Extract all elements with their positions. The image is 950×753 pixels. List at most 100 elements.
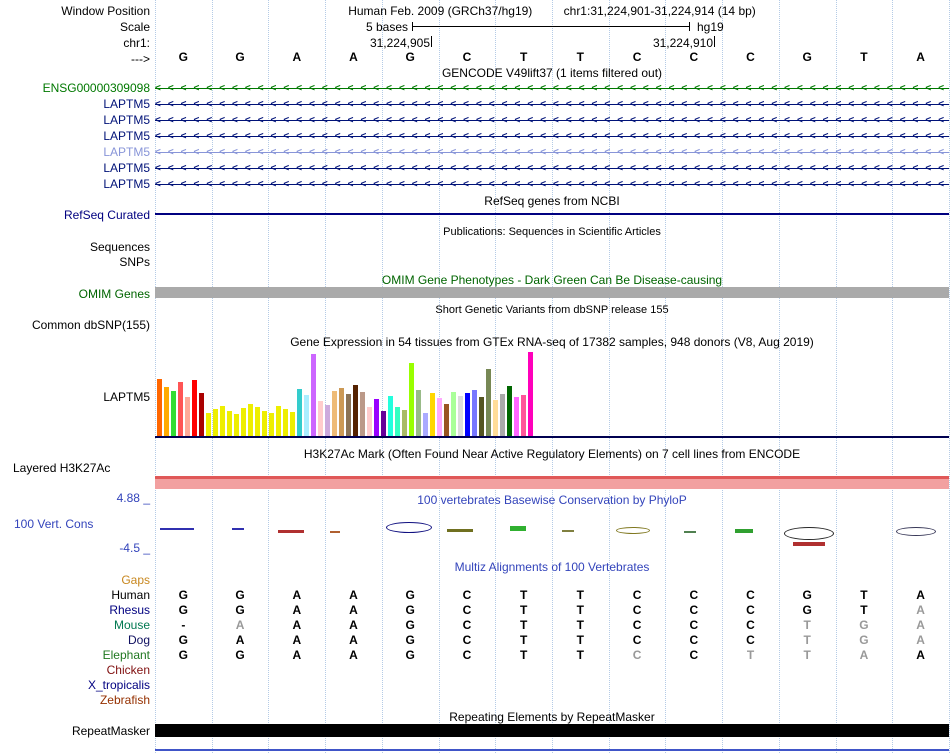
sequences-track-label[interactable]: Sequences <box>0 240 150 254</box>
multiz-species-label[interactable]: Mouse <box>0 618 150 632</box>
multiz-species-label[interactable]: Gaps <box>0 573 150 587</box>
conservation-max-label: 4.88 _ <box>0 491 150 505</box>
gencode-transcript-label[interactable]: LAPTM5 <box>0 177 150 191</box>
gtex-tissue-bar <box>465 393 470 437</box>
gtex-tissue-bar <box>171 391 176 437</box>
alignment-base: C <box>689 648 698 662</box>
coordinate-tick-left <box>431 36 432 47</box>
gtex-tissue-bar <box>304 395 309 437</box>
dbsnp-track-title[interactable]: Short Genetic Variants from dbSNP releas… <box>155 304 949 316</box>
conservation-mark <box>510 526 526 531</box>
alignment-base: C <box>746 588 755 602</box>
alignment-base: A <box>292 588 301 602</box>
multiz-species-label[interactable]: Chicken <box>0 663 150 677</box>
base-gridline <box>779 0 780 753</box>
gtex-tissue-bar <box>262 411 267 437</box>
gtex-tissue-bar <box>164 387 169 437</box>
sequence-base: G <box>803 50 812 64</box>
gtex-tissue-bar <box>514 397 519 437</box>
gtex-tissue-bar <box>248 404 253 437</box>
gtex-tissue-bar <box>458 396 463 437</box>
multiz-species-label[interactable]: Zebrafish <box>0 693 150 707</box>
gencode-transcript-label[interactable]: LAPTM5 <box>0 129 150 143</box>
gtex-tissue-bar <box>297 389 302 437</box>
alignment-base: A <box>349 603 358 617</box>
gencode-track-title[interactable]: GENCODE V49lift37 (1 items filtered out) <box>155 66 949 80</box>
gencode-transcript[interactable]: <<<<<<<<<<<<<<<<<<<<<<<<<<<<<<<<<<<<<<<<… <box>155 115 949 126</box>
gencode-transcript-label[interactable]: LAPTM5 <box>0 145 150 159</box>
gencode-transcript[interactable]: <<<<<<<<<<<<<<<<<<<<<<<<<<<<<<<<<<<<<<<<… <box>155 99 949 110</box>
alignment-base: A <box>916 603 925 617</box>
alignment-base: A <box>916 588 925 602</box>
gtex-baseline <box>155 436 949 438</box>
gtex-tissue-bar <box>311 354 316 437</box>
base-gridline <box>155 0 156 753</box>
gtex-track-title[interactable]: Gene Expression in 54 tissues from GTEx … <box>155 335 949 349</box>
multiz-species-label[interactable]: Dog <box>0 633 150 647</box>
gencode-transcript[interactable]: <<<<<<<<<<<<<<<<<<<<<<<<<<<<<<<<<<<<<<<<… <box>155 163 949 174</box>
sequence-base: G <box>235 50 244 64</box>
gencode-transcript[interactable]: <<<<<<<<<<<<<<<<<<<<<<<<<<<<<<<<<<<<<<<<… <box>155 179 949 190</box>
alignment-base: C <box>633 618 642 632</box>
alignment-base: G <box>406 648 415 662</box>
repeatmasker-track-label[interactable]: RepeatMasker <box>0 724 150 738</box>
strand-arrow-label: ---> <box>0 52 150 66</box>
conservation-track-title[interactable]: 100 vertebrates Basewise Conservation by… <box>155 493 949 507</box>
gtex-tissue-bar <box>486 369 491 437</box>
multiz-species-label[interactable]: Rhesus <box>0 603 150 617</box>
gtex-tissue-bar <box>416 390 421 437</box>
gencode-transcript-label[interactable]: ENSG00000309098 <box>0 81 150 95</box>
h3k27ac-signal-bar[interactable] <box>155 476 949 489</box>
sequence-base: T <box>577 50 584 64</box>
gencode-transcript[interactable]: <<<<<<<<<<<<<<<<<<<<<<<<<<<<<<<<<<<<<<<<… <box>155 83 949 94</box>
omim-genes-label[interactable]: OMIM Genes <box>0 287 150 301</box>
gencode-transcript-label[interactable]: LAPTM5 <box>0 161 150 175</box>
gencode-transcript-label[interactable]: LAPTM5 <box>0 113 150 127</box>
h3k27ac-track-label[interactable]: Layered H3K27Ac <box>13 461 110 475</box>
publications-track-title[interactable]: Publications: Sequences in Scientific Ar… <box>155 226 949 238</box>
multiz-species-label[interactable]: X_tropicalis <box>0 678 150 692</box>
genome-browser: Window Position Human Feb. 2009 (GRCh37/… <box>0 0 950 753</box>
refseq-curated-label[interactable]: RefSeq Curated <box>0 208 150 222</box>
omim-track-title[interactable]: OMIM Gene Phenotypes - Dark Green Can Be… <box>155 273 949 287</box>
gtex-tissue-bar <box>227 411 232 437</box>
gtex-tissue-bar <box>276 406 281 437</box>
h3k27ac-track-title[interactable]: H3K27Ac Mark (Often Found Near Active Re… <box>155 447 949 461</box>
multiz-species-label[interactable]: Human <box>0 588 150 602</box>
gtex-expression-chart[interactable] <box>157 352 535 437</box>
alignment-base: T <box>520 618 527 632</box>
alignment-base: A <box>916 633 925 647</box>
refseq-track-title[interactable]: RefSeq genes from NCBI <box>155 194 949 208</box>
bottom-guide-line <box>155 749 949 751</box>
alignment-base: G <box>406 588 415 602</box>
alignment-base: A <box>236 618 245 632</box>
alignment-base: C <box>463 603 472 617</box>
gtex-tissue-bar <box>199 393 204 437</box>
sequence-base: C <box>463 50 472 64</box>
gtex-tissue-bar <box>339 388 344 437</box>
multiz-track-title[interactable]: Multiz Alignments of 100 Vertebrates <box>155 560 949 574</box>
omim-genes-bar[interactable] <box>155 287 949 298</box>
dbsnp-track-label[interactable]: Common dbSNP(155) <box>0 318 150 332</box>
conservation-track-label[interactable]: 100 Vert. Cons <box>14 517 93 531</box>
gencode-transcript-label[interactable]: LAPTM5 <box>0 97 150 111</box>
conservation-mark <box>784 527 834 540</box>
gtex-tissue-bar <box>353 385 358 437</box>
conservation-mark <box>684 531 696 533</box>
gencode-transcript[interactable]: <<<<<<<<<<<<<<<<<<<<<<<<<<<<<<<<<<<<<<<<… <box>155 131 949 142</box>
alignment-base: G <box>859 618 868 632</box>
alignment-base: C <box>633 633 642 647</box>
alignment-base: T <box>804 648 811 662</box>
alignment-base: A <box>349 618 358 632</box>
repeatmasker-track-title[interactable]: Repeating Elements by RepeatMasker <box>155 710 949 724</box>
refseq-curated-line[interactable] <box>155 213 949 215</box>
multiz-species-label[interactable]: Elephant <box>0 648 150 662</box>
gtex-gene-label[interactable]: LAPTM5 <box>0 390 150 404</box>
alignment-base: T <box>577 588 584 602</box>
repeatmasker-bar[interactable] <box>155 724 949 737</box>
gtex-tissue-bar <box>290 412 295 437</box>
alignment-base: A <box>236 633 245 647</box>
gencode-transcript[interactable]: <<<<<<<<<<<<<<<<<<<<<<<<<<<<<<<<<<<<<<<<… <box>155 147 949 158</box>
alignment-base: C <box>689 588 698 602</box>
snps-track-label[interactable]: SNPs <box>0 255 150 269</box>
